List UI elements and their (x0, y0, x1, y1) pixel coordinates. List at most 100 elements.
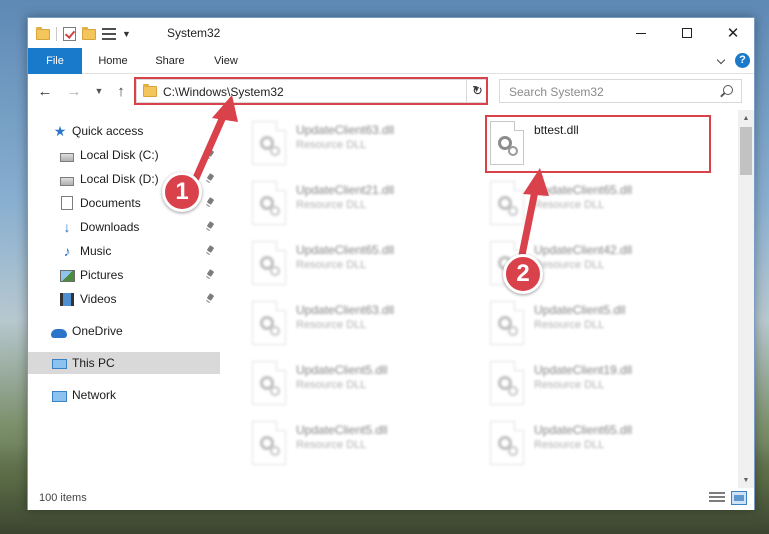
file-name: UpdateClient21.dll (296, 183, 395, 197)
sidebar-item-label: This PC (72, 356, 115, 370)
expand-ribbon-chevron-icon[interactable] (716, 56, 726, 66)
title-bar: ▼ System32 ✕ (28, 18, 754, 48)
tab-home[interactable]: Home (88, 48, 138, 74)
file-item[interactable]: UpdateClient65.dll Resource DLL (246, 235, 478, 293)
dll-file-icon (490, 181, 524, 225)
sidebar-item-label: Videos (80, 292, 117, 306)
sidebar-item-onedrive[interactable]: OneDrive (28, 320, 220, 342)
tab-view[interactable]: View (204, 48, 248, 74)
tab-share[interactable]: Share (148, 48, 192, 74)
sidebar-item-label: Pictures (80, 268, 124, 282)
close-icon: ✕ (726, 24, 740, 42)
sidebar-item-local-disk-c[interactable]: Local Disk (C:) (28, 144, 220, 166)
pin-icon (206, 246, 214, 256)
file-name: UpdateClient65.dll (534, 423, 633, 437)
sidebar-item-videos[interactable]: Videos (28, 288, 220, 310)
file-type: Resource DLL (534, 439, 605, 451)
details-view-icon[interactable] (709, 492, 725, 505)
gear-icon (270, 326, 280, 336)
search-input[interactable]: Search System32 (509, 85, 604, 99)
file-item[interactable]: UpdateClient5.dll Resource DLL (484, 295, 716, 353)
maximize-icon (682, 28, 692, 38)
file-name: UpdateClient63.dll (296, 123, 395, 137)
file-item[interactable]: UpdateClient65.dll Resource DLL (484, 415, 716, 473)
sidebar-item-pictures[interactable]: Pictures (28, 264, 220, 286)
forward-arrow-icon[interactable]: → (65, 81, 83, 101)
qat-dropdown-icon[interactable]: ▼ (122, 29, 131, 39)
disk-icon (60, 176, 74, 186)
window-title: System32 (167, 26, 221, 40)
file-type: Resource DLL (296, 139, 367, 151)
vertical-scrollbar[interactable]: ▲ ▼ (738, 110, 754, 488)
scroll-thumb[interactable] (740, 127, 752, 175)
file-item[interactable]: UpdateClient19.dll Resource DLL (484, 355, 716, 413)
gear-icon (508, 326, 518, 336)
sidebar-item-this-pc[interactable]: This PC (28, 352, 220, 374)
status-bar: 100 items (28, 488, 754, 510)
pin-icon (206, 222, 214, 232)
minimize-button[interactable] (618, 18, 664, 48)
pictures-icon (60, 270, 75, 282)
file-type: Resource DLL (534, 379, 605, 391)
documents-icon (61, 196, 73, 210)
cloud-icon (51, 328, 67, 338)
customize-list-icon[interactable] (102, 28, 116, 40)
pin-icon (206, 174, 214, 184)
scroll-down-icon[interactable]: ▼ (738, 472, 754, 488)
star-icon: ★ (53, 123, 67, 139)
step-1-badge: 1 (162, 172, 202, 212)
quick-access-toolbar: ▼ (36, 25, 131, 43)
new-folder-icon[interactable] (82, 26, 96, 40)
file-item[interactable]: UpdateClient5.dll Resource DLL (246, 415, 478, 473)
pin-icon (206, 150, 214, 160)
file-type: Resource DLL (534, 319, 605, 331)
sidebar-item-label: Local Disk (C:) (80, 148, 159, 162)
address-bar-highlight (134, 77, 488, 105)
sidebar-item-downloads[interactable]: ↓ Downloads (28, 216, 220, 238)
step-2-badge: 2 (503, 254, 543, 294)
back-arrow-icon[interactable]: ← (36, 81, 54, 101)
pin-icon (206, 294, 214, 304)
file-type: Resource DLL (534, 259, 605, 271)
tab-file[interactable]: File (28, 48, 82, 74)
gear-icon (508, 386, 518, 396)
gear-icon (270, 266, 280, 276)
close-button[interactable]: ✕ (710, 18, 756, 48)
file-item[interactable]: UpdateClient65.dll Resource DLL (484, 175, 716, 233)
search-icon (723, 85, 733, 95)
file-item[interactable]: UpdateClient63.dll Resource DLL (246, 115, 478, 173)
file-item[interactable]: UpdateClient21.dll Resource DLL (246, 175, 478, 233)
file-type: Resource DLL (296, 439, 367, 451)
file-type: Resource DLL (534, 199, 605, 211)
sidebar-item-music[interactable]: ♪ Music (28, 240, 220, 262)
download-arrow-icon: ↓ (63, 219, 71, 235)
properties-check-icon[interactable] (63, 27, 76, 41)
sidebar-item-label: Documents (80, 196, 141, 210)
maximize-button[interactable] (664, 18, 710, 48)
search-box[interactable]: Search System32 (499, 79, 742, 103)
ribbon-tabs: File Home Share View ? (28, 48, 754, 74)
file-name: UpdateClient19.dll (534, 363, 633, 377)
folder-icon (36, 26, 50, 40)
file-item[interactable]: UpdateClient5.dll Resource DLL (246, 355, 478, 413)
recent-locations-icon[interactable]: ▼ (90, 81, 108, 101)
videos-icon (60, 293, 74, 306)
large-icons-view-icon[interactable] (731, 491, 747, 505)
dll-file-icon (490, 361, 524, 405)
toolbar-separator (56, 27, 57, 41)
file-name: UpdateClient65.dll (296, 243, 395, 257)
up-arrow-icon[interactable]: ↑ (112, 81, 130, 101)
file-name: UpdateClient5.dll (296, 423, 388, 437)
file-type: Resource DLL (296, 319, 367, 331)
help-icon[interactable]: ? (735, 53, 750, 68)
gear-icon (508, 206, 518, 216)
pin-icon (206, 198, 214, 208)
sidebar-item-label: Music (80, 244, 112, 258)
sidebar-item-network[interactable]: Network (28, 384, 220, 406)
scroll-up-icon[interactable]: ▲ (738, 110, 754, 126)
gear-icon (270, 206, 280, 216)
file-name: UpdateClient42.dll (534, 243, 633, 257)
sidebar-item-quick-access[interactable]: ★ Quick access (28, 120, 220, 142)
file-item[interactable]: UpdateClient63.dll Resource DLL (246, 295, 478, 353)
dll-file-icon (252, 361, 286, 405)
